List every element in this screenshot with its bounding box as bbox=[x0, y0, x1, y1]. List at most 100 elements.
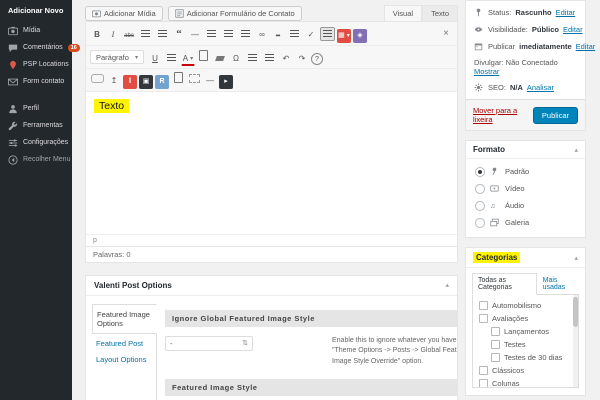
paste-as-text-icon[interactable] bbox=[197, 48, 211, 62]
sidebar-item-ferramentas[interactable]: Ferramentas bbox=[0, 117, 72, 134]
collapse-caret-icon[interactable]: ▴ bbox=[574, 254, 578, 262]
checkbox[interactable] bbox=[479, 379, 488, 388]
redo-icon[interactable]: ↷ bbox=[295, 52, 309, 66]
checkbox[interactable] bbox=[479, 366, 488, 375]
scrollbar-thumb[interactable] bbox=[573, 297, 578, 327]
underline-icon[interactable]: U bbox=[148, 52, 162, 66]
tab-most-used[interactable]: Mais usadas bbox=[539, 274, 579, 294]
radio-selected[interactable] bbox=[475, 167, 485, 177]
sidebar-item-perfil[interactable]: Perfil bbox=[0, 100, 72, 117]
sidebar-item-comentarios[interactable]: Comentários 16 bbox=[0, 39, 72, 56]
tab-all-categories[interactable]: Todas as Categorias bbox=[472, 273, 537, 295]
sidebar-item-form-contato[interactable]: Form contato bbox=[0, 73, 72, 90]
tab-layout-options[interactable]: Layout Options bbox=[92, 350, 156, 366]
sidebar-item-recolher-menu[interactable]: Recolher Menu bbox=[0, 151, 72, 168]
radio[interactable] bbox=[475, 218, 485, 228]
radio[interactable] bbox=[475, 201, 485, 211]
category-avaliacoes[interactable]: Avaliações bbox=[473, 312, 578, 325]
tab-texto[interactable]: Texto bbox=[422, 5, 458, 21]
format-option-padrao[interactable]: Padrão bbox=[466, 163, 585, 180]
checkbox[interactable] bbox=[491, 353, 500, 362]
visual-editor: BIabc“—∞∞✓▦◈ × Parágrafo ▾ UAΩ↶↷? ↥‖▣R—▸… bbox=[85, 21, 458, 263]
checkbox[interactable] bbox=[491, 327, 500, 336]
hr-icon[interactable]: — bbox=[188, 28, 202, 42]
dash-icon[interactable]: — bbox=[203, 74, 217, 88]
edit-status-link[interactable]: Editar bbox=[556, 8, 576, 17]
checkbox[interactable] bbox=[491, 340, 500, 349]
button-shortcode-icon[interactable] bbox=[90, 72, 105, 86]
select-value: - bbox=[170, 339, 173, 348]
plugin-blue-icon[interactable]: R bbox=[155, 75, 169, 89]
dashed-frame-icon[interactable] bbox=[187, 72, 201, 86]
video-embed-icon[interactable]: ▸ bbox=[219, 75, 233, 89]
sidebar-item-midia[interactable]: Mídia bbox=[0, 22, 72, 39]
add-contact-form-button[interactable]: Adicionar Formulário de Contato bbox=[168, 6, 302, 21]
toolbar-toggle-icon[interactable] bbox=[320, 27, 335, 41]
ignore-style-select[interactable]: - ⇅ bbox=[165, 336, 253, 351]
seo-row: SEO: N/A Analisar bbox=[466, 79, 585, 96]
valenti-panel-header[interactable]: Valenti Post Options ▴ bbox=[86, 276, 457, 296]
seo-analisar-link[interactable]: Analisar bbox=[527, 83, 554, 92]
category-testes[interactable]: Testes bbox=[473, 338, 578, 351]
format-option-audio[interactable]: ♫ Áudio bbox=[466, 197, 585, 214]
sidebar-item-configuracoes[interactable]: Configurações bbox=[0, 134, 72, 151]
outdent-icon[interactable] bbox=[245, 50, 260, 64]
tools-icon bbox=[8, 121, 18, 131]
scrollbar-track[interactable] bbox=[573, 295, 578, 387]
shortcodes-dropdown-icon[interactable]: ▦ bbox=[337, 29, 351, 43]
category-colunas[interactable]: Colunas bbox=[473, 377, 578, 388]
justify-icon[interactable] bbox=[164, 50, 179, 64]
category-testes-30-dias[interactable]: Testes de 30 dias bbox=[473, 351, 578, 364]
sidebar-item-psp-locations[interactable]: PSP Locations bbox=[0, 56, 72, 73]
unlink-icon[interactable]: ∞ bbox=[271, 29, 285, 43]
clear-formatting-icon[interactable] bbox=[213, 51, 227, 65]
blockquote-icon[interactable]: “ bbox=[172, 24, 186, 42]
indent-icon[interactable] bbox=[262, 50, 277, 64]
align-center-icon[interactable] bbox=[221, 27, 236, 41]
tab-featured-image-options[interactable]: Featured Image Options bbox=[92, 304, 157, 334]
help-icon[interactable]: ? bbox=[311, 53, 323, 65]
plugin-purple-icon[interactable]: ◈ bbox=[353, 29, 367, 43]
edit-visibility-link[interactable]: Editar bbox=[563, 25, 583, 34]
align-left-icon[interactable] bbox=[204, 27, 219, 41]
distraction-free-icon[interactable]: × bbox=[439, 27, 453, 41]
edit-schedule-link[interactable]: Editar bbox=[576, 42, 596, 51]
paragraph-dropdown[interactable]: Parágrafo ▾ bbox=[90, 50, 144, 64]
plugin-red-icon[interactable]: ‖ bbox=[123, 75, 137, 89]
add-media-button[interactable]: Adicionar Mídia bbox=[85, 6, 163, 21]
tab-featured-post[interactable]: Featured Post bbox=[92, 334, 156, 350]
top-link-icon[interactable]: ↥ bbox=[107, 74, 121, 88]
plugin-black-icon[interactable]: ▣ bbox=[139, 75, 153, 89]
collapse-caret-icon[interactable]: ▴ bbox=[445, 281, 449, 289]
bullet-list-icon[interactable] bbox=[138, 27, 153, 41]
radio[interactable] bbox=[475, 184, 485, 194]
sidebar-item-label: Form contato bbox=[23, 78, 64, 85]
align-right-icon[interactable] bbox=[238, 27, 253, 41]
numbered-list-icon[interactable] bbox=[155, 27, 170, 41]
move-to-trash-link[interactable]: Mover para a lixeira bbox=[473, 106, 533, 124]
link-icon[interactable]: ∞ bbox=[255, 28, 269, 42]
category-classicos[interactable]: Clássicos bbox=[473, 364, 578, 377]
strikethrough-icon[interactable]: abc bbox=[122, 29, 136, 43]
proofread-icon[interactable]: ✓ bbox=[304, 28, 318, 42]
tab-visual[interactable]: Visual bbox=[384, 5, 422, 21]
more-tag-icon[interactable] bbox=[287, 27, 302, 41]
editor-content-area[interactable]: Texto bbox=[86, 92, 457, 234]
copy-page-icon[interactable] bbox=[171, 71, 185, 85]
checkbox[interactable] bbox=[479, 301, 488, 310]
publish-button[interactable]: Publicar bbox=[533, 107, 578, 124]
category-automobilismo[interactable]: Automobilismo bbox=[473, 299, 578, 312]
format-panel-header[interactable]: Formato ▴ bbox=[466, 141, 585, 159]
collapse-caret-icon[interactable]: ▴ bbox=[574, 146, 578, 154]
checkbox[interactable] bbox=[479, 314, 488, 323]
categories-panel-header[interactable]: Categorias ▴ bbox=[466, 248, 585, 268]
format-option-video[interactable]: Vídeo bbox=[466, 180, 585, 197]
text-color-icon[interactable]: A bbox=[181, 53, 195, 66]
italic-icon[interactable]: I bbox=[106, 28, 120, 42]
undo-icon[interactable]: ↶ bbox=[279, 52, 293, 66]
special-character-icon[interactable]: Ω bbox=[229, 52, 243, 66]
bold-icon[interactable]: B bbox=[90, 28, 104, 42]
category-lancamentos[interactable]: Lançamentos bbox=[473, 325, 578, 338]
divulgar-mostrar-link[interactable]: Mostrar bbox=[474, 67, 499, 76]
format-option-galeria[interactable]: Galeria bbox=[466, 214, 585, 231]
